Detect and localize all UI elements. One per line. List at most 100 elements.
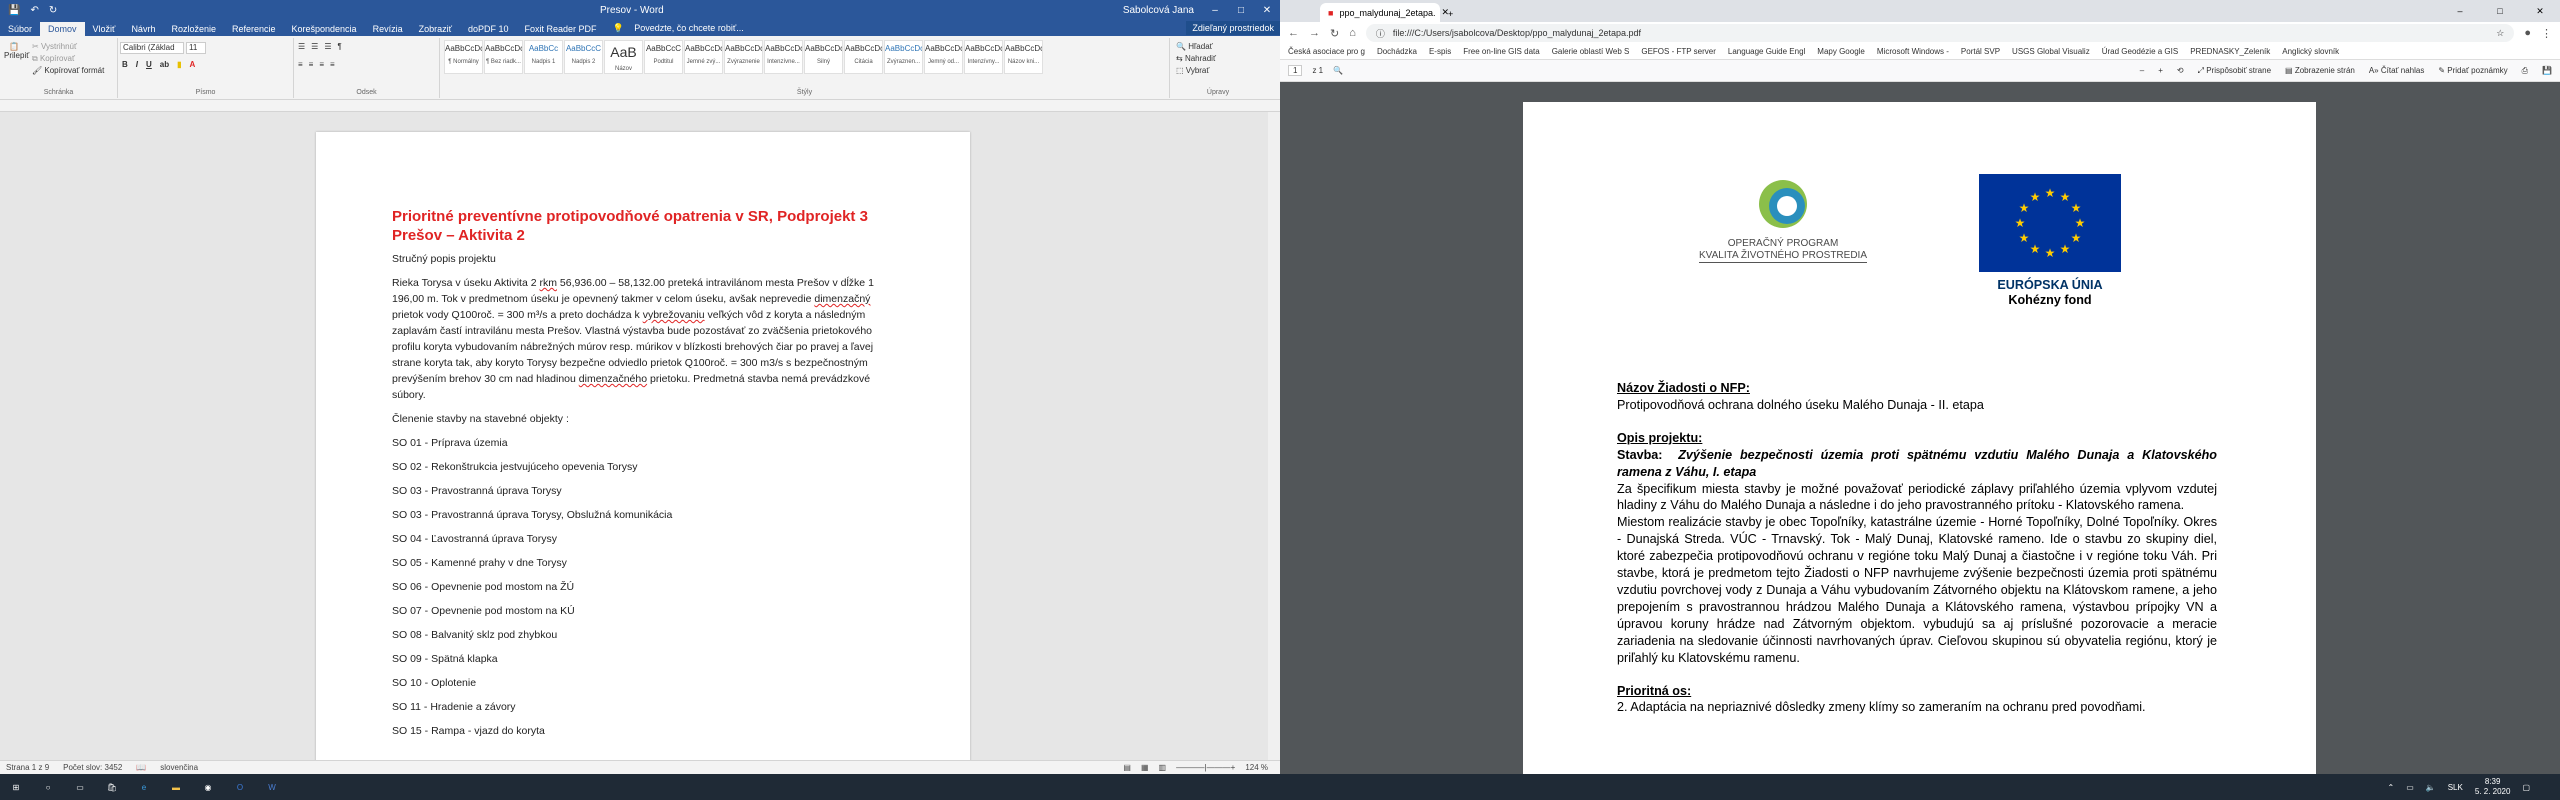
style-0[interactable]: AaBbCcDc ¶ Normálny: [444, 40, 483, 74]
bookmark-item[interactable]: Dochádzka: [1377, 47, 1417, 56]
style-6[interactable]: AaBbCcDc Jemné zvý...: [684, 40, 723, 74]
align-center-icon[interactable]: ≡: [309, 60, 314, 69]
style-4[interactable]: AaB Názov: [604, 40, 643, 74]
bookmark-item[interactable]: E-spis: [1429, 47, 1451, 56]
print-icon[interactable]: ⎙: [2522, 66, 2528, 76]
font-color-icon[interactable]: A: [190, 60, 196, 69]
minimize-button[interactable]: –: [1202, 5, 1228, 16]
style-10[interactable]: AaBbCcDc Citácia: [844, 40, 883, 74]
style-1[interactable]: AaBbCcDc ¶ Bez riadk...: [484, 40, 523, 74]
tab-dopdf[interactable]: doPDF 10: [460, 22, 517, 36]
start-icon[interactable]: ⊞: [0, 774, 32, 800]
zoom-in-icon[interactable]: +: [2158, 66, 2163, 75]
chrome-icon[interactable]: ◉: [192, 774, 224, 800]
style-12[interactable]: AaBbCcDc Jemný od...: [924, 40, 963, 74]
spelling-error[interactable]: dimenzačný: [814, 293, 870, 305]
horizontal-ruler[interactable]: [0, 100, 1280, 112]
forward-icon[interactable]: →: [1309, 27, 1320, 39]
bookmark-item[interactable]: Portál SVP: [1961, 47, 2000, 56]
redo-icon[interactable]: ↻: [49, 5, 57, 16]
style-3[interactable]: AaBbCcC Nadpis 2: [564, 40, 603, 74]
tab-references[interactable]: Referencie: [224, 22, 284, 36]
style-13[interactable]: AaBbCcDc Intenzívny...: [964, 40, 1003, 74]
document-page[interactable]: Prioritné preventívne protipovodňové opa…: [316, 132, 970, 772]
bookmark-item[interactable]: Česká asociace pro g: [1288, 47, 1365, 56]
save-pdf-icon[interactable]: 💾: [2542, 66, 2552, 75]
numbering-icon[interactable]: ☰: [311, 42, 318, 51]
tab-layout[interactable]: Rozloženie: [163, 22, 224, 36]
tray-arrow-icon[interactable]: ⌃: [2387, 783, 2394, 792]
tab-view[interactable]: Zobraziť: [411, 22, 460, 36]
strike-button[interactable]: ab: [160, 60, 169, 69]
style-11[interactable]: AaBbCcDc Zvýraznen...: [884, 40, 923, 74]
explorer-icon[interactable]: ▬: [160, 774, 192, 800]
notifications-icon[interactable]: ▢: [2522, 783, 2530, 792]
rotate-icon[interactable]: ⟲: [2177, 66, 2184, 75]
zoom-slider[interactable]: –———|———+: [1176, 763, 1235, 772]
page-view-button[interactable]: ▤ Zobrazenie strán: [2285, 66, 2355, 75]
reload-icon[interactable]: ↻: [1330, 27, 1339, 40]
underline-button[interactable]: U: [146, 60, 152, 69]
share-button[interactable]: Zdieľaný prostriedok: [1186, 21, 1280, 35]
tab-mailings[interactable]: Korešpondencia: [284, 22, 365, 36]
volume-icon[interactable]: 🔈: [2426, 783, 2436, 792]
browser-tab[interactable]: ■ ppo_malydunaj_2etapa. ✕: [1320, 3, 1449, 22]
language[interactable]: slovenčina: [160, 763, 198, 772]
tab-foxit[interactable]: Foxit Reader PDF: [517, 22, 605, 36]
close-button[interactable]: ✕: [1254, 5, 1280, 16]
input-language[interactable]: SLK: [2448, 783, 2463, 792]
menu-icon[interactable]: ⋮: [2541, 27, 2552, 40]
align-right-icon[interactable]: ≡: [319, 60, 324, 69]
highlight-icon[interactable]: ▮: [177, 60, 181, 69]
pilcrow-icon[interactable]: ¶: [338, 42, 342, 51]
pdf-viewer[interactable]: OPERAČNÝ PROGRAM KVALITA ŽIVOTNÉHO PROST…: [1280, 82, 2560, 774]
word-count[interactable]: Počet slov: 3452: [63, 763, 122, 772]
bullets-icon[interactable]: ☰: [298, 42, 305, 51]
format-painter-button[interactable]: 🖌 Kopírovať formát: [32, 66, 104, 75]
pdf-page-input[interactable]: 1: [1288, 65, 1303, 76]
edge-icon[interactable]: e: [128, 774, 160, 800]
align-left-icon[interactable]: ≡: [298, 60, 303, 69]
maximize-button[interactable]: □: [1228, 5, 1254, 16]
paste-button[interactable]: 📋 Prilepiť: [4, 42, 29, 60]
bookmark-item[interactable]: Galerie oblastí Web S: [1552, 47, 1630, 56]
bookmark-item[interactable]: GEFOS - FTP server: [1641, 47, 1716, 56]
tab-file[interactable]: Súbor: [0, 22, 40, 36]
bold-button[interactable]: B: [122, 60, 128, 69]
search-icon[interactable]: ○: [32, 774, 64, 800]
spelling-error[interactable]: rkm: [539, 277, 557, 289]
spelling-error[interactable]: dimenzačného: [579, 373, 647, 385]
zoom-level[interactable]: 124 %: [1245, 763, 1268, 772]
proofing-icon[interactable]: 📖: [136, 763, 146, 772]
style-14[interactable]: AaBbCcDc Názov kni...: [1004, 40, 1043, 74]
address-bar[interactable]: ⓘ file:///C:/Users/jsabolcova/Desktop/pp…: [1365, 24, 2515, 42]
profile-icon[interactable]: ●: [2524, 27, 2531, 39]
bookmark-item[interactable]: Mapy Google: [1817, 47, 1865, 56]
copy-button[interactable]: ⧉ Kopírovať: [32, 54, 75, 64]
browser-close-button[interactable]: ✕: [2520, 0, 2560, 22]
spelling-error[interactable]: vybrežovaniu: [643, 309, 705, 321]
font-size-select[interactable]: 11: [186, 42, 206, 54]
style-9[interactable]: AaBbCcDc Silný: [804, 40, 843, 74]
bookmark-item[interactable]: Anglický slovník: [2282, 47, 2339, 56]
cut-button[interactable]: ✂ Vystrihnúť: [32, 42, 77, 51]
read-aloud-button[interactable]: A» Čítať nahlas: [2369, 66, 2424, 75]
multilevel-icon[interactable]: ☰: [324, 42, 331, 51]
font-name-select[interactable]: Calibri (Základ: [120, 42, 184, 54]
tell-me-input[interactable]: 💡 Povedzte, čo chcete robiť...: [605, 21, 760, 36]
style-5[interactable]: AaBbCcC Podtitul: [644, 40, 683, 74]
save-icon[interactable]: 💾: [8, 5, 20, 16]
zoom-out-icon[interactable]: –: [2140, 66, 2144, 75]
italic-button[interactable]: I: [136, 60, 138, 69]
print-layout-icon[interactable]: ▦: [1141, 763, 1149, 772]
tab-review[interactable]: Revízia: [365, 22, 411, 36]
justify-icon[interactable]: ≡: [330, 60, 335, 69]
browser-maximize-button[interactable]: □: [2480, 0, 2520, 22]
add-notes-button[interactable]: ✎ Pridať poznámky: [2438, 66, 2507, 75]
new-tab-button[interactable]: +: [1440, 9, 1461, 22]
tab-home[interactable]: Domov: [40, 22, 85, 36]
undo-icon[interactable]: ↶: [30, 5, 38, 16]
back-icon[interactable]: ←: [1288, 27, 1299, 39]
replace-button[interactable]: ⇆ Nahradiť: [1176, 54, 1216, 63]
user-name[interactable]: Sabolcová Jana: [1115, 5, 1202, 16]
